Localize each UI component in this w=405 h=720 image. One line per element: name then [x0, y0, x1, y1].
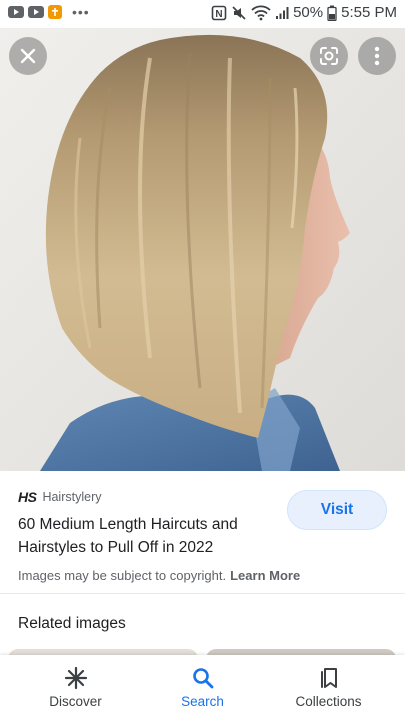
source-row[interactable]: HS Hairstylery: [18, 489, 102, 505]
nav-search-label: Search: [181, 694, 224, 709]
visit-button[interactable]: Visit: [287, 490, 387, 530]
nav-collections[interactable]: Collections: [261, 655, 396, 720]
divider: [0, 593, 405, 594]
wifi-icon: [251, 5, 271, 21]
google-lens-button[interactable]: [310, 37, 348, 75]
google-lens-icon: [320, 47, 338, 65]
copyright-text: Images may be subject to copyright.: [18, 568, 227, 583]
close-icon: [20, 48, 36, 64]
system-icons: N 50% 5:55 PM: [211, 4, 397, 21]
result-title[interactable]: 60 Medium Length Haircuts and Hairstyles…: [18, 513, 280, 559]
nfc-icon: N: [211, 5, 227, 21]
source-name: Hairstylery: [42, 490, 102, 504]
image-preview[interactable]: [0, 28, 405, 471]
bottom-navigation: Discover Search Collections: [0, 655, 405, 720]
svg-text:N: N: [215, 9, 222, 20]
notification-icons: •••: [8, 5, 90, 19]
related-images-heading: Related images: [18, 615, 126, 632]
nav-discover[interactable]: Discover: [8, 655, 143, 720]
church-app-icon: [48, 5, 62, 19]
mute-icon: [231, 5, 247, 21]
battery-icon: [327, 5, 337, 21]
search-icon: [192, 668, 213, 689]
nav-search[interactable]: Search: [135, 655, 270, 720]
collections-bookmark-icon: [320, 668, 337, 688]
status-bar: ••• N 50% 5:55 PM: [0, 0, 405, 28]
hairstyle-photo: [0, 28, 405, 471]
discover-asterisk-icon: [64, 666, 87, 690]
nav-discover-label: Discover: [49, 694, 102, 709]
battery-percent: 50%: [293, 4, 324, 21]
clock: 5:55 PM: [341, 4, 397, 21]
signal-icon: [275, 6, 289, 20]
nav-collections-label: Collections: [295, 694, 362, 709]
more-vert-icon: [374, 46, 380, 66]
source-logo: HS: [18, 489, 37, 505]
youtube-icon: [28, 6, 44, 18]
more-notifications-icon: •••: [72, 4, 90, 20]
youtube-icon: [8, 6, 24, 18]
learn-more-link[interactable]: Learn More: [230, 568, 300, 583]
copyright-notice: Images may be subject to copyright. Learn…: [18, 568, 300, 583]
close-button[interactable]: [9, 37, 47, 75]
more-options-button[interactable]: [358, 37, 396, 75]
result-info-panel: HS Hairstylery Visit 60 Medium Length Ha…: [0, 471, 405, 661]
